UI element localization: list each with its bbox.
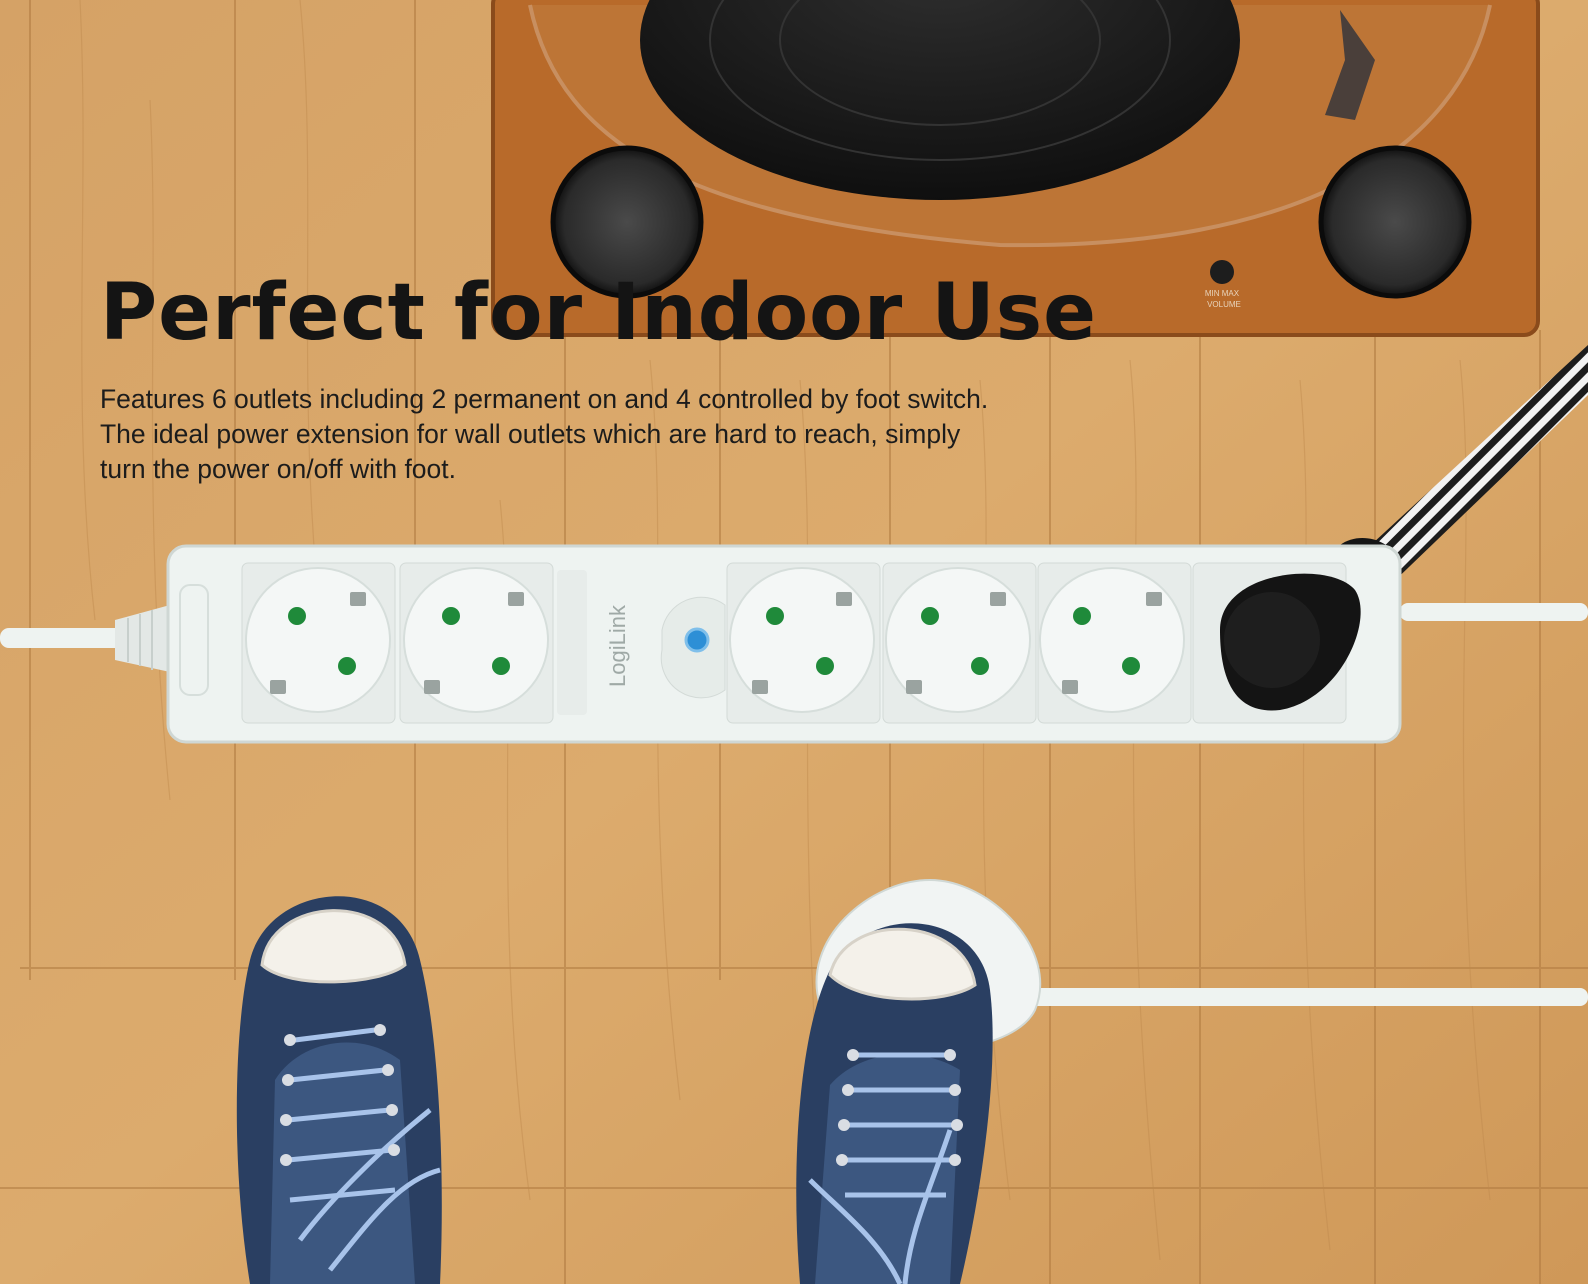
outlet-4 bbox=[882, 562, 1037, 724]
svg-text:LogiLink: LogiLink bbox=[605, 604, 630, 687]
outlet-6-plugged bbox=[1192, 562, 1361, 724]
svg-text:VOLUME: VOLUME bbox=[1207, 300, 1241, 309]
description-text: Features 6 outlets including 2 permanent… bbox=[100, 384, 989, 484]
left-sneaker bbox=[236, 896, 442, 1284]
headline: Perfect for Indoor Use bbox=[100, 268, 1098, 358]
outlet-1 bbox=[241, 562, 396, 724]
volume-knob bbox=[1210, 260, 1234, 284]
svg-text:MIN MAX: MIN MAX bbox=[1205, 289, 1240, 298]
product-banner: MIN MAX VOLUME LogiLink Perfect for Indo… bbox=[0, 0, 1588, 1284]
product-photo: MIN MAX VOLUME LogiLink bbox=[0, 0, 1588, 1284]
outlet-5 bbox=[1037, 562, 1192, 724]
speaker-right bbox=[1318, 145, 1472, 299]
outlet-2 bbox=[399, 562, 554, 724]
outlet-3 bbox=[726, 562, 881, 724]
